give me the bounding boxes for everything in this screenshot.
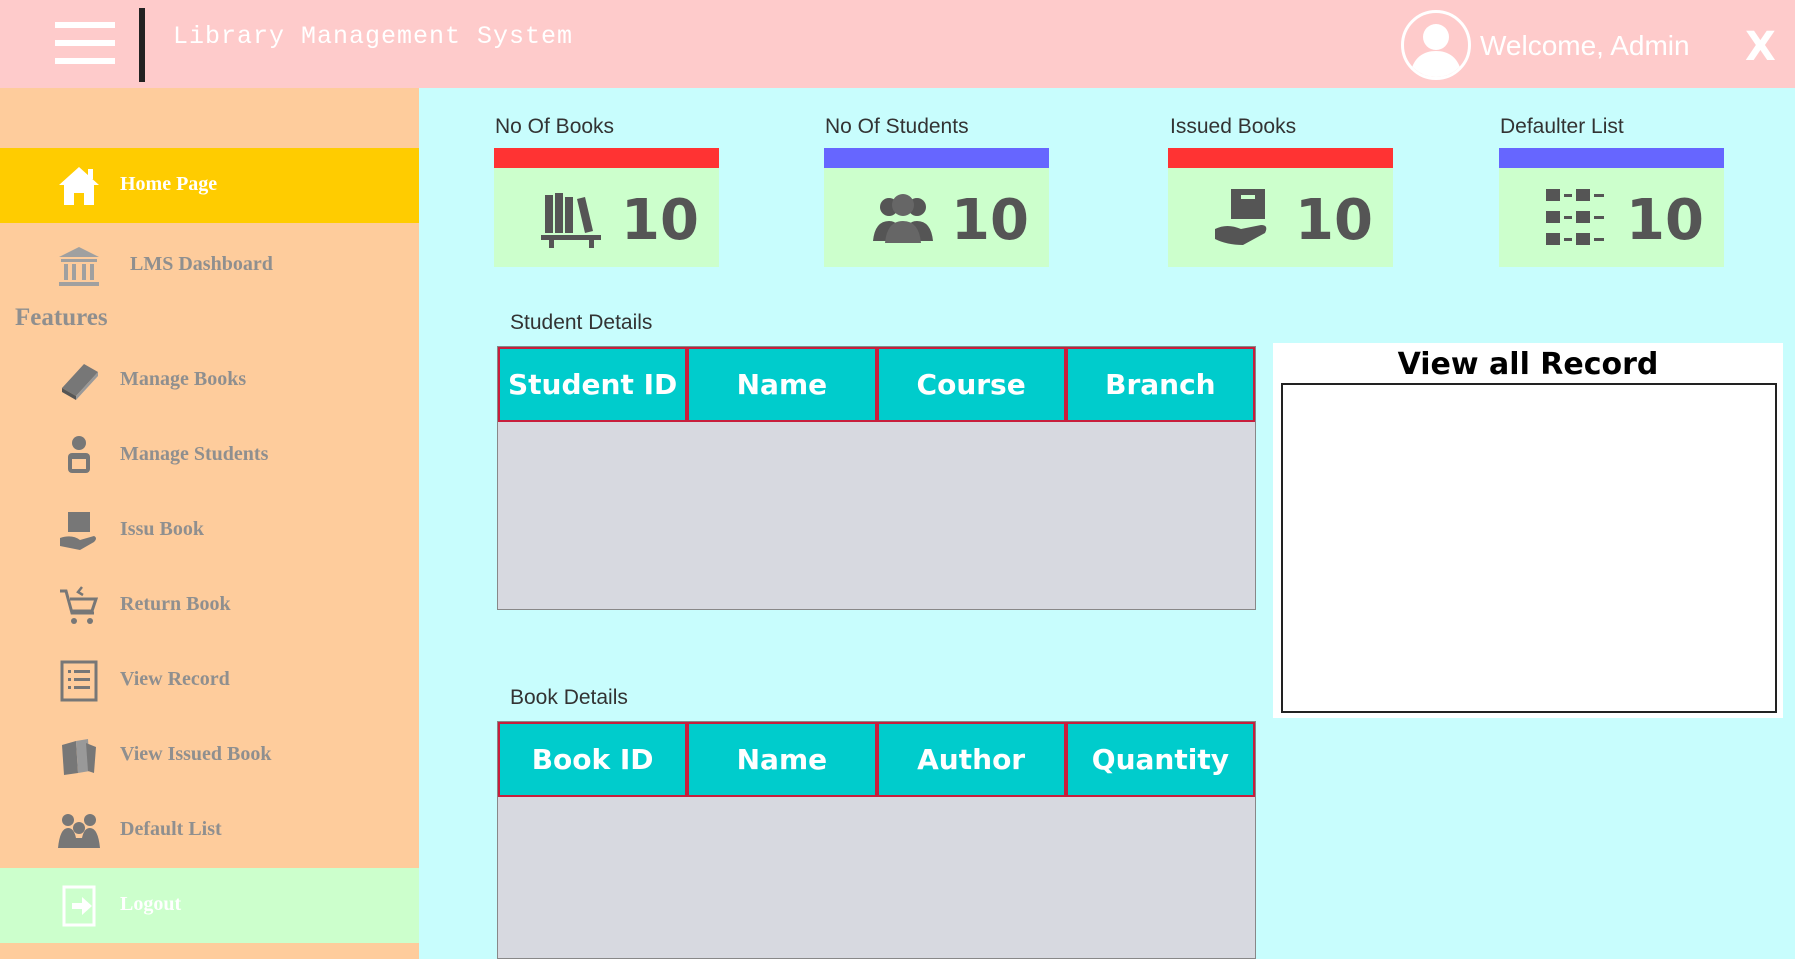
table-header-row: Student ID Name Course Branch	[498, 347, 1255, 422]
sidebar-item-manage-students[interactable]: Manage Students	[0, 418, 419, 493]
group-icon	[58, 814, 100, 848]
sidebar-item-issue-book[interactable]: Issu Book	[0, 493, 419, 568]
student-details-table[interactable]: Student ID Name Course Branch	[497, 346, 1256, 610]
sidebar-item-default-list[interactable]: Default List	[0, 793, 419, 868]
book-details-title: Book Details	[510, 686, 628, 709]
hamburger-line	[55, 40, 115, 46]
column-header[interactable]: Book ID	[498, 722, 688, 797]
stat-title: Issued Books	[1170, 115, 1297, 138]
stat-title: No Of Students	[825, 115, 969, 138]
student-icon	[68, 436, 90, 473]
sidebar-item-label: Home Page	[120, 173, 218, 195]
student-details-title: Student Details	[510, 311, 653, 334]
top-header: Library Management System Welcome, Admin…	[0, 0, 1795, 88]
stat-bar	[494, 148, 719, 168]
column-header[interactable]: Branch	[1065, 347, 1255, 422]
sidebar: Home Page LMS Dashboard Features Manage …	[0, 88, 419, 959]
column-header[interactable]: Name	[687, 722, 877, 797]
bookshelf-icon	[541, 193, 601, 248]
sidebar-item-label: Return Book	[120, 593, 231, 615]
stat-title: Defaulter List	[1500, 115, 1624, 138]
bank-icon	[59, 247, 99, 286]
sidebar-item-view-record[interactable]: View Record	[0, 643, 419, 718]
column-header[interactable]: Author	[876, 722, 1066, 797]
stat-bar	[1499, 148, 1724, 168]
stat-bar	[824, 148, 1049, 168]
hamburger-menu-icon[interactable]	[55, 22, 115, 64]
sidebar-item-label: View Issued Book	[120, 743, 272, 765]
features-heading: Features	[15, 304, 108, 331]
book-icon	[62, 364, 98, 400]
table-header-row: Book ID Name Author Quantity	[498, 722, 1255, 797]
column-header[interactable]: Student ID	[498, 347, 688, 422]
checklist-icon	[1546, 189, 1604, 245]
stat-value: 10	[621, 188, 699, 253]
sidebar-item-label: View Record	[120, 668, 230, 690]
sidebar-item-logout[interactable]: Logout	[0, 868, 419, 943]
stat-title: No Of Books	[495, 115, 615, 138]
stat-value: 10	[1295, 188, 1373, 253]
hamburger-line	[55, 58, 115, 64]
stat-body: 10	[494, 168, 719, 267]
stat-body: 10	[1168, 168, 1393, 267]
sidebar-item-label: Logout	[120, 893, 182, 915]
app-title: Library Management System	[173, 22, 574, 51]
close-button[interactable]: X	[1745, 24, 1776, 70]
issue-book-icon	[60, 512, 96, 550]
sidebar-item-return-book[interactable]: Return Book	[0, 568, 419, 643]
column-header[interactable]: Quantity	[1065, 722, 1255, 797]
sidebar-item-label: LMS Dashboard	[130, 253, 273, 275]
book-details-table[interactable]: Book ID Name Author Quantity	[497, 721, 1256, 959]
record-panel-title: View all Record	[1397, 347, 1659, 382]
list-icon	[60, 660, 98, 702]
record-display-area[interactable]	[1281, 383, 1777, 713]
hamburger-line	[55, 22, 115, 28]
sidebar-item-label: Manage Books	[120, 368, 247, 390]
sidebar-item-label: Manage Students	[120, 443, 269, 465]
stat-value: 10	[951, 188, 1029, 253]
users-icon	[873, 194, 933, 243]
record-panel: View all Record	[1273, 343, 1783, 718]
cart-return-icon	[60, 586, 99, 624]
books-stack-icon	[62, 739, 96, 775]
column-header[interactable]: Course	[876, 347, 1066, 422]
column-header[interactable]: Name	[687, 347, 877, 422]
stat-body: 10	[824, 168, 1049, 267]
sidebar-item-label: Default List	[120, 818, 222, 840]
logout-icon	[62, 885, 96, 927]
stat-body: 10	[1499, 168, 1724, 267]
sidebar-item-home[interactable]: Home Page	[0, 148, 419, 223]
user-avatar-icon	[1401, 10, 1471, 80]
hand-box-icon	[1215, 189, 1267, 245]
header-divider	[139, 8, 145, 82]
stat-bar	[1168, 148, 1393, 168]
home-icon	[59, 167, 99, 205]
sidebar-item-label: Issu Book	[120, 518, 204, 540]
welcome-text: Welcome, Admin	[1480, 30, 1690, 61]
sidebar-item-manage-books[interactable]: Manage Books	[0, 343, 419, 418]
sidebar-item-view-issued-book[interactable]: View Issued Book	[0, 718, 419, 793]
sidebar-item-dashboard[interactable]: LMS Dashboard	[0, 228, 419, 303]
stat-value: 10	[1626, 188, 1704, 253]
